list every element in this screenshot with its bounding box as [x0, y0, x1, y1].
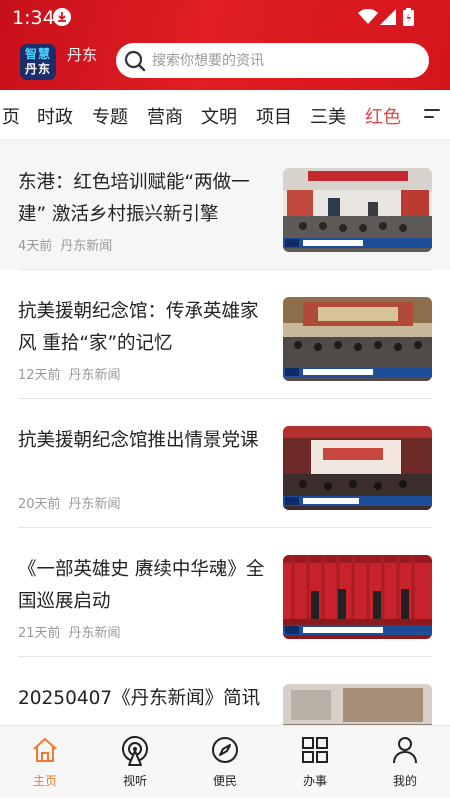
status-time: 1:34 — [12, 7, 55, 29]
tab-topics[interactable]: 专题 — [92, 103, 128, 129]
news-item[interactable]: 20250407《丹东新闻》简讯 — [0, 656, 450, 725]
news-time: 20天前 — [18, 497, 61, 512]
divider — [18, 527, 432, 528]
tab-projects[interactable]: 项目 — [256, 103, 292, 129]
news-meta: 4天前 丹东新闻 — [18, 235, 112, 254]
search-input[interactable] — [152, 48, 412, 73]
news-time: 4天前 — [18, 239, 53, 254]
news-item[interactable]: 《一部英雄史 赓续中华魂》全国巡展启动 21天前 丹东新闻 — [0, 527, 450, 656]
news-meta: 21天前 丹东新闻 — [18, 622, 121, 641]
divider — [18, 398, 432, 399]
news-time: 21天前 — [18, 626, 61, 641]
news-thumbnail — [283, 426, 432, 510]
app-header: 1:34 智慧 丹东 丹东 — [0, 0, 450, 90]
nav-label: 视听 — [122, 774, 147, 788]
tab-civilization[interactable]: 文明 — [201, 103, 237, 129]
news-title: 抗美援朝纪念馆：传承英雄家风 重拾“家”的记忆 — [18, 301, 259, 354]
nav-profile[interactable]: 我的 — [360, 726, 450, 798]
status-bar: 1:34 — [0, 0, 450, 34]
news-source: 丹东新闻 — [60, 239, 113, 254]
grid-icon — [302, 737, 328, 763]
battery-icon — [403, 8, 414, 26]
news-time: 12天前 — [18, 368, 61, 383]
broadcast-icon — [122, 736, 148, 766]
news-thumbnail — [283, 555, 432, 639]
news-meta: 20天前 丹东新闻 — [18, 493, 121, 512]
category-tabs: 页 时政 专题 营商 文明 项目 三美 红色 — [0, 90, 450, 140]
logo-text-bottom: 丹东 — [24, 62, 51, 76]
search-bar[interactable] — [116, 43, 429, 78]
news-meta: 12天前 丹东新闻 — [18, 364, 121, 383]
nav-label: 我的 — [392, 774, 417, 788]
news-item[interactable]: 抗美援朝纪念馆推出情景党课 20天前 丹东新闻 — [0, 398, 450, 527]
tab-home[interactable]: 页 — [2, 103, 20, 129]
nav-affairs[interactable]: 办事 — [270, 726, 360, 798]
news-thumbnail — [283, 168, 432, 252]
news-title: 20250407《丹东新闻》简讯 — [18, 688, 261, 709]
nav-label: 办事 — [302, 774, 327, 788]
compass-icon — [212, 737, 238, 763]
app-logo[interactable]: 智慧 丹东 — [20, 44, 56, 80]
news-thumbnail — [283, 684, 432, 725]
news-feed[interactable]: 东港：红色培训赋能“两做一建” 激活乡村振兴新引擎 4天前 丹东新闻 抗美援朝纪… — [0, 140, 450, 725]
city-label[interactable]: 丹东 — [67, 44, 97, 65]
home-icon — [33, 738, 57, 762]
news-title: 抗美援朝纪念馆推出情景党课 — [18, 430, 259, 451]
user-icon — [393, 737, 417, 764]
tab-business[interactable]: 营商 — [147, 103, 183, 129]
nav-label: 主页 — [32, 774, 57, 788]
news-source: 丹东新闻 — [68, 626, 121, 641]
signal-icon — [380, 9, 396, 25]
news-thumbnail — [283, 297, 432, 381]
wifi-icon — [358, 9, 378, 24]
more-tabs-icon[interactable] — [424, 105, 446, 125]
divider — [18, 269, 432, 270]
tab-red[interactable]: 红色 — [365, 103, 401, 129]
news-item[interactable]: 东港：红色培训赋能“两做一建” 激活乡村振兴新引擎 4天前 丹东新闻 — [0, 140, 450, 269]
news-title: 东港：红色培训赋能“两做一建” 激活乡村振兴新引擎 — [18, 172, 250, 225]
nav-audio-video[interactable]: 视听 — [90, 726, 180, 798]
tab-politics[interactable]: 时政 — [37, 103, 73, 129]
logo-text-top: 智慧 — [24, 47, 51, 61]
bottom-navigation: 主页 视听 便民 办事 我的 — [0, 725, 450, 797]
news-item[interactable]: 抗美援朝纪念馆：传承英雄家风 重拾“家”的记忆 12天前 丹东新闻 — [0, 269, 450, 398]
nav-home[interactable]: 主页 — [0, 726, 90, 798]
nav-label: 便民 — [212, 774, 237, 788]
tab-sanmei[interactable]: 三美 — [310, 103, 346, 129]
download-icon — [53, 8, 71, 26]
news-title: 《一部英雄史 赓续中华魂》全国巡展启动 — [18, 559, 265, 612]
news-source: 丹东新闻 — [68, 497, 121, 512]
divider — [18, 656, 432, 657]
nav-services[interactable]: 便民 — [180, 726, 270, 798]
news-source: 丹东新闻 — [68, 368, 121, 383]
search-icon — [124, 50, 146, 72]
